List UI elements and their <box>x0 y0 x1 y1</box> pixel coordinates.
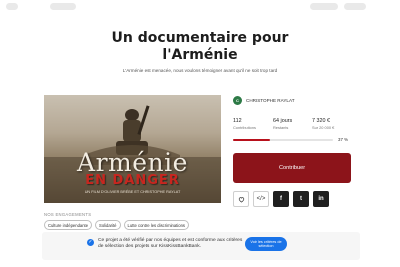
tag-solidarite[interactable]: Solidarité <box>95 220 121 230</box>
contributions-value: 112 <box>233 118 242 124</box>
share-actions: </> f t in <box>233 191 329 207</box>
page-title-line1: Un documentaire pour <box>111 30 289 46</box>
verification-notice: ✓ Ce projet a été vérifié par nos équipe… <box>42 232 360 260</box>
nav-link[interactable] <box>50 3 76 10</box>
nav-logo[interactable] <box>6 3 18 10</box>
owner-avatar: C <box>233 96 242 105</box>
amount-label: Sur 20 000 € <box>312 125 335 130</box>
stat-days: 64 jours Restants <box>273 118 292 130</box>
page-subtitle: L'Arménie est menacée, nous voulons témo… <box>122 68 278 73</box>
stat-amount: 7 320 € Sur 20 000 € <box>312 118 334 130</box>
owner-name[interactable]: CHRISTOPHE RAYLAT <box>246 98 295 103</box>
top-navigation-bar <box>0 0 400 14</box>
twitter-share-button[interactable]: t <box>293 191 309 207</box>
page-title-line2: l'Arménie <box>162 47 238 63</box>
contributions-label: Contributions <box>233 125 256 130</box>
hero-subtitle: EN DANGER <box>85 173 180 188</box>
like-button[interactable] <box>233 191 249 207</box>
nav-link[interactable] <box>310 3 338 10</box>
check-circle-icon: ✓ <box>87 239 94 246</box>
twitter-icon: t <box>300 196 302 202</box>
funding-progress-fill <box>233 139 270 141</box>
funding-progress-bar <box>233 139 333 141</box>
engagements-label: NOS ENGAGEMENTS <box>44 212 92 217</box>
amount-value: 7 320 € <box>312 118 330 124</box>
selection-criteria-button[interactable]: Voir les critères de sélection <box>245 237 287 251</box>
page-title: Un documentaire pour l'Arménie <box>0 30 400 64</box>
campaign-stats: 112 Contributions 64 jours Restants 7 32… <box>233 118 351 136</box>
facebook-icon: f <box>280 196 282 202</box>
engagement-tags: Culture indépendante Solidarité Lutte co… <box>44 220 190 230</box>
project-owner[interactable]: C CHRISTOPHE RAYLAT <box>233 96 295 105</box>
tag-discriminations[interactable]: Lutte contre les discriminations <box>123 220 190 230</box>
project-hero-image[interactable]: Arménie EN DANGER UN FILM D'OLIVIER BRÉB… <box>44 95 221 203</box>
days-value: 64 jours <box>273 118 293 124</box>
stat-contributions: 112 Contributions <box>233 118 256 130</box>
contribute-button[interactable]: Contribuer <box>233 153 351 183</box>
tag-culture[interactable]: Culture indépendante <box>44 220 93 230</box>
code-icon: </> <box>256 196 266 202</box>
embed-button[interactable]: </> <box>253 191 269 207</box>
linkedin-share-button[interactable]: in <box>313 191 329 207</box>
funding-percent: 37 % <box>338 136 349 142</box>
nav-link[interactable] <box>344 3 366 10</box>
facebook-share-button[interactable]: f <box>273 191 289 207</box>
hero-credit: UN FILM D'OLIVIER BRÉBE ET CHRISTOPHE RA… <box>84 190 181 194</box>
days-label: Restants <box>273 125 289 130</box>
verification-message: Ce projet a été vérifié par nos équipes … <box>98 238 243 250</box>
linkedin-icon: in <box>318 196 324 202</box>
heart-icon <box>238 196 244 203</box>
